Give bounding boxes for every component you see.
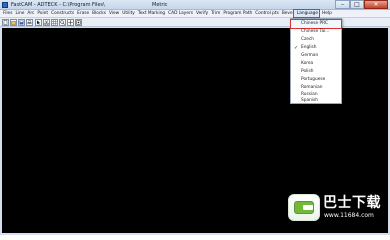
menu-arc[interactable]: Arc	[24, 10, 34, 17]
menu-help[interactable]: Help	[319, 10, 332, 17]
logo-highlight-shape	[303, 205, 313, 210]
menu-point[interactable]: Point	[34, 10, 48, 17]
language-option-chinese-taiwan[interactable]: Chinese Tai...	[291, 28, 341, 36]
watermark: 巴士下载 www.11684.com	[288, 192, 388, 232]
menu-view[interactable]: View	[106, 10, 119, 17]
window-title: FastCAM - ADTECK - C:\Program Files\	[11, 2, 105, 8]
menu-files[interactable]: Files	[0, 10, 12, 17]
language-option-chinese-prc[interactable]: Chinese PRC	[290, 19, 342, 29]
fit-icon[interactable]	[75, 19, 82, 26]
unit-title: Metric	[152, 2, 168, 8]
language-option-spanish[interactable]: Spanish	[291, 97, 341, 105]
menu-erase[interactable]: Erase	[74, 10, 89, 17]
menu-line[interactable]: Line	[12, 10, 24, 17]
menu-program-path[interactable]: Program Path	[220, 10, 252, 17]
watermark-url: www.11684.com	[324, 212, 374, 219]
title-bar[interactable]: FastCAM - ADTECK - C:\Program Files\ Met…	[0, 0, 390, 10]
menu-utility[interactable]: Utility	[119, 10, 135, 17]
language-option-korea[interactable]: Korea	[291, 60, 341, 68]
menu-bar: Files Line Arc Point Constructs Erase Bl…	[0, 9, 390, 18]
maximize-button[interactable]: □	[350, 0, 364, 9]
menu-language[interactable]: Language	[292, 9, 321, 18]
watermark-name: 巴士下载	[323, 195, 381, 211]
language-option-german[interactable]: German	[291, 52, 341, 60]
site-logo-icon	[288, 194, 320, 221]
language-option-label: Portuguese	[301, 77, 326, 82]
logo-screen-shape	[294, 201, 314, 214]
language-option-label: Czech	[301, 37, 314, 42]
language-option-label: Spanish	[301, 98, 318, 103]
language-option-label: Korea	[301, 61, 314, 66]
open-icon[interactable]	[10, 19, 17, 26]
language-option-label: Chinese Tai...	[301, 29, 330, 34]
pan-icon[interactable]	[67, 19, 74, 26]
new-icon[interactable]	[2, 19, 9, 26]
grid-icon[interactable]	[51, 19, 58, 26]
language-option-label: Romanian	[301, 85, 323, 90]
app-window: FastCAM - ADTECK - C:\Program Files\ Met…	[0, 0, 390, 235]
language-option-polish[interactable]: Polish	[291, 68, 341, 76]
language-option-english[interactable]: ✓ English	[291, 44, 341, 52]
menu-trim[interactable]: Trim	[208, 10, 220, 17]
language-option-label: German	[301, 53, 319, 58]
language-option-label: Chinese PRC	[301, 21, 328, 26]
menu-text-marking[interactable]: Text Marking	[135, 10, 165, 17]
menu-verify[interactable]: Verify	[193, 10, 208, 17]
menu-constructs[interactable]: Constructs	[48, 10, 74, 17]
language-option-label: Polish	[301, 69, 314, 74]
menu-blocks[interactable]: Blocks	[89, 10, 106, 17]
check-icon: ✓	[294, 45, 299, 51]
select-icon[interactable]	[35, 19, 42, 26]
menu-control-pts[interactable]: Control pts	[252, 10, 279, 17]
minimize-button[interactable]: –	[335, 0, 350, 9]
close-button[interactable]: ✕	[364, 0, 388, 9]
cut-icon[interactable]	[43, 19, 50, 26]
menu-bevel[interactable]: Bevel	[279, 10, 294, 17]
zoom-icon[interactable]	[59, 19, 66, 26]
menu-cad-layers[interactable]: CAD Layers	[165, 10, 193, 17]
save-icon[interactable]	[18, 19, 25, 26]
print-icon[interactable]	[26, 19, 33, 26]
language-option-portuguese[interactable]: Portuguese	[291, 76, 341, 84]
language-dropdown: Chinese PRC Chinese Tai... Czech ✓ Engli…	[290, 18, 342, 104]
language-option-czech[interactable]: Czech	[291, 36, 341, 44]
language-option-label: English	[301, 45, 317, 50]
app-icon	[2, 2, 8, 8]
